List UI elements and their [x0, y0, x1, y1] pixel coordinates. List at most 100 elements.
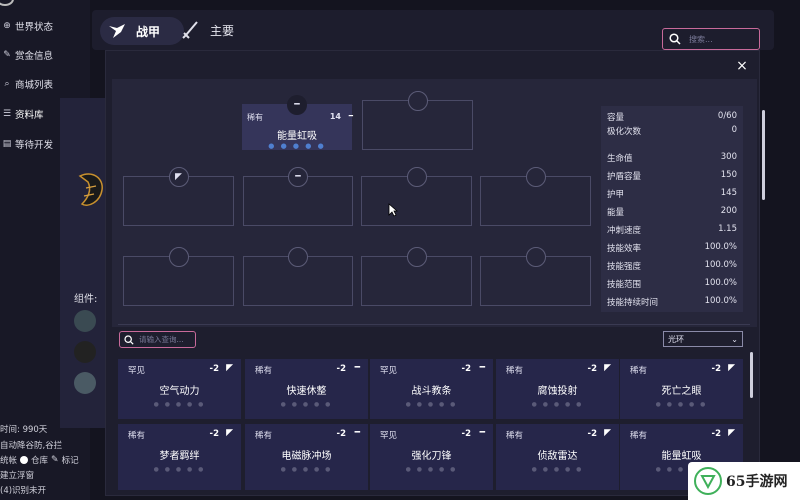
- sword-icon[interactable]: [180, 20, 200, 42]
- polarity-icon: ◤: [226, 428, 233, 438]
- tab-primary[interactable]: 主要: [210, 22, 234, 39]
- mod-slot[interactable]: ━ 稀有 14 ━ 能量虹吸 ● ● ● ● ●: [242, 95, 353, 150]
- mod-rarity: 罕见: [128, 366, 146, 376]
- mod-slot[interactable]: ◤: [123, 167, 234, 226]
- polarity-icon[interactable]: [525, 167, 546, 187]
- sidebar-item-market[interactable]: ⌕ 商城列表: [2, 73, 88, 95]
- stat-label: 技能范围: [607, 280, 642, 290]
- sidebar-item-label: 资料库: [15, 110, 44, 121]
- polarity-icon: ━: [479, 428, 485, 438]
- mod-rank-dots: ● ● ● ● ●: [153, 466, 206, 473]
- stat-row: 能量 200: [607, 206, 737, 220]
- mod-card[interactable]: 稀有 -2 ◤ 死亡之眼 ● ● ● ● ●: [620, 359, 743, 419]
- stat-row: 容量 0/60: [607, 111, 737, 125]
- mod-cost: -2: [587, 364, 597, 374]
- warframe-icon: [109, 24, 125, 38]
- mod-slot[interactable]: [243, 247, 353, 306]
- components-label: 组件:: [74, 294, 98, 305]
- mod-name: 快速休整: [286, 386, 327, 397]
- mod-rarity: 罕见: [380, 366, 398, 376]
- background-panel: 组件:: [60, 98, 108, 428]
- polarity-icon: ━: [479, 363, 485, 373]
- sidebar-header: [0, 0, 90, 8]
- mod-cost: -2: [711, 429, 721, 439]
- app-logo-icon: [0, 0, 14, 6]
- component-icon[interactable]: [74, 341, 96, 363]
- stat-row: 技能效率 100.0%: [607, 242, 737, 256]
- mod-card[interactable]: 罕见 -2 ━ 强化刀锋 ● ● ● ● ●: [370, 424, 493, 490]
- mod-rarity: 稀有: [630, 431, 648, 441]
- sidebar-option-line[interactable]: (4)识别未开: [0, 484, 46, 496]
- search-input[interactable]: [689, 34, 749, 44]
- mod-cost: -2: [461, 364, 471, 374]
- pen-icon[interactable]: ✎: [51, 455, 59, 465]
- mod-name: 侦敌雷达: [537, 451, 578, 462]
- polarity-icon[interactable]: [406, 167, 427, 187]
- mod-slot[interactable]: [362, 91, 473, 150]
- tab-warframe[interactable]: 战甲: [100, 17, 184, 45]
- stat-row: 技能持续时间 100.0%: [607, 296, 737, 310]
- mod-name: 战斗教条: [411, 386, 452, 397]
- mod-rank-dots: ● ● ● ● ●: [153, 401, 206, 408]
- mod-card[interactable]: 罕见 -2 ◤ 空气动力 ● ● ● ● ●: [118, 359, 241, 419]
- mod-rank-dots: ● ● ● ● ●: [655, 401, 708, 408]
- divider: [118, 324, 750, 325]
- mod-card[interactable]: 稀有 -2 ━ 电磁脉冲场 ● ● ● ● ●: [245, 424, 368, 490]
- mod-slot[interactable]: [361, 247, 472, 306]
- close-button[interactable]: ×: [734, 58, 750, 74]
- mod-card[interactable]: 罕见 -2 ━ 战斗教条 ● ● ● ● ●: [370, 359, 493, 419]
- stat-label: 技能效率: [607, 244, 642, 254]
- stat-label: 技能持续时间: [607, 298, 659, 308]
- component-icon[interactable]: [74, 372, 96, 394]
- polarity-icon[interactable]: [406, 247, 427, 267]
- mod-search-input[interactable]: [139, 335, 195, 344]
- stats-scrollbar[interactable]: [762, 110, 765, 200]
- component-icon[interactable]: [74, 310, 96, 332]
- aura-select[interactable]: 光环 ⌄: [663, 331, 743, 347]
- stats-panel: 容量 0/60 极化次数 0 生命值 300 护盾容量 150 护甲 145 能量 200 冲刺速度 1.…: [601, 106, 743, 312]
- mod-rank-dots: ● ● ● ● ●: [280, 466, 333, 473]
- tab-label: 战甲: [136, 24, 161, 39]
- stat-value: 100.0%: [704, 296, 737, 306]
- mod-slot[interactable]: [480, 167, 591, 226]
- mod-slot[interactable]: [123, 247, 234, 306]
- polarity-icon: ◤: [604, 428, 611, 438]
- mod-card[interactable]: 稀有 -2 ◤ 梦者羁绊 ● ● ● ● ●: [118, 424, 241, 490]
- radio-filled-icon[interactable]: [20, 456, 29, 464]
- sidebar-item-label: 等待开发: [15, 140, 54, 151]
- mod-cost: -2: [461, 429, 471, 439]
- mod-card[interactable]: 稀有 -2 ◤ 腐蚀投射 ● ● ● ● ●: [496, 359, 619, 419]
- sidebar-option-line[interactable]: 自动降谷防,谷拦: [0, 439, 62, 451]
- polarity-icon[interactable]: [407, 91, 428, 111]
- stat-value: 300: [720, 152, 737, 162]
- mod-card[interactable]: 稀有 -2 ◤ 侦敌雷达 ● ● ● ● ●: [496, 424, 619, 490]
- mod-slot[interactable]: [480, 247, 591, 306]
- mod-slot[interactable]: [361, 167, 472, 226]
- mod-slot[interactable]: ━: [243, 167, 353, 226]
- polarity-icon[interactable]: [288, 247, 308, 267]
- sidebar-item-bounty[interactable]: ✎ 赏金信息: [2, 44, 88, 66]
- mod-card[interactable]: 稀有 -2 ━ 快速休整 ● ● ● ● ●: [245, 359, 368, 419]
- radio-label: 统帐: [0, 456, 18, 466]
- mod-cost: -2: [336, 364, 346, 374]
- stat-value: 0: [731, 125, 737, 135]
- stat-row: 冲刺速度 1.15: [607, 224, 737, 238]
- stat-label: 护盾容量: [607, 172, 642, 182]
- polarity-icon[interactable]: [525, 247, 546, 267]
- mod-search-box[interactable]: [119, 331, 196, 348]
- bounty-icon: ✎: [3, 50, 11, 60]
- stat-label: 容量: [607, 113, 625, 123]
- polarity-icon[interactable]: ━: [288, 167, 308, 187]
- polarity-icon[interactable]: ━: [287, 95, 307, 115]
- mod-rank-dots: ● ● ● ● ●: [531, 466, 584, 473]
- mods-scrollbar[interactable]: [750, 352, 753, 398]
- mod-name: 电磁脉冲场: [281, 451, 332, 462]
- stat-value: 1.15: [718, 224, 737, 234]
- stat-value: 100.0%: [704, 242, 737, 252]
- polarity-icon[interactable]: ◤: [168, 167, 189, 187]
- sidebar-option-line[interactable]: 建立浮窗: [0, 469, 34, 481]
- top-search-box[interactable]: [662, 28, 760, 50]
- sidebar-item-world-status[interactable]: ⊕ 世界状态: [2, 15, 88, 37]
- polarity-icon[interactable]: [168, 247, 189, 267]
- mod-rank-dots: ● ● ● ● ●: [405, 466, 458, 473]
